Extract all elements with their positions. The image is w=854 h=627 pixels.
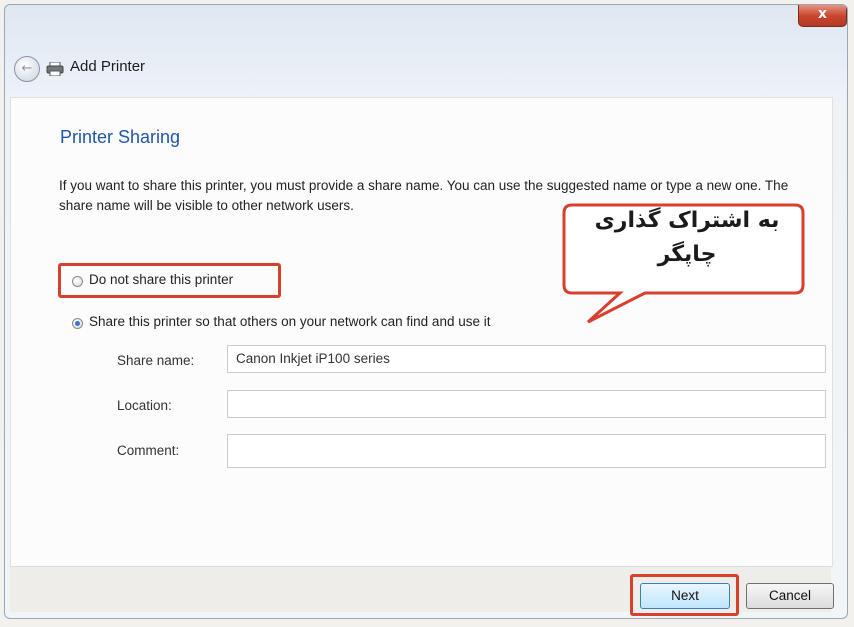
location-input[interactable] <box>227 390 826 418</box>
share-radio[interactable] <box>72 318 83 329</box>
comment-label: Comment: <box>117 443 180 458</box>
content-panel <box>10 97 833 567</box>
back-arrow-icon: ← <box>21 61 33 76</box>
close-button[interactable]: x <box>798 5 847 27</box>
comment-input[interactable] <box>227 434 826 468</box>
window-title: Add Printer <box>70 58 146 75</box>
back-button[interactable]: ← <box>14 56 40 82</box>
close-icon: x <box>817 6 828 22</box>
next-button[interactable]: Next <box>640 583 730 609</box>
callout-text: به اشتراک گذاری چاپگر <box>594 208 780 267</box>
page-heading: Printer Sharing <box>60 127 181 147</box>
do-not-share-radio[interactable] <box>72 276 83 287</box>
share-name-input[interactable]: Canon Inkjet iP100 series <box>227 345 826 373</box>
location-label: Location: <box>117 398 172 413</box>
share-label[interactable]: Share this printer so that others on you… <box>89 314 490 329</box>
share-name-label: Share name: <box>117 353 195 368</box>
do-not-share-label[interactable]: Do not share this printer <box>89 272 233 287</box>
cancel-button[interactable]: Cancel <box>746 583 834 609</box>
printer-icon <box>46 62 64 76</box>
